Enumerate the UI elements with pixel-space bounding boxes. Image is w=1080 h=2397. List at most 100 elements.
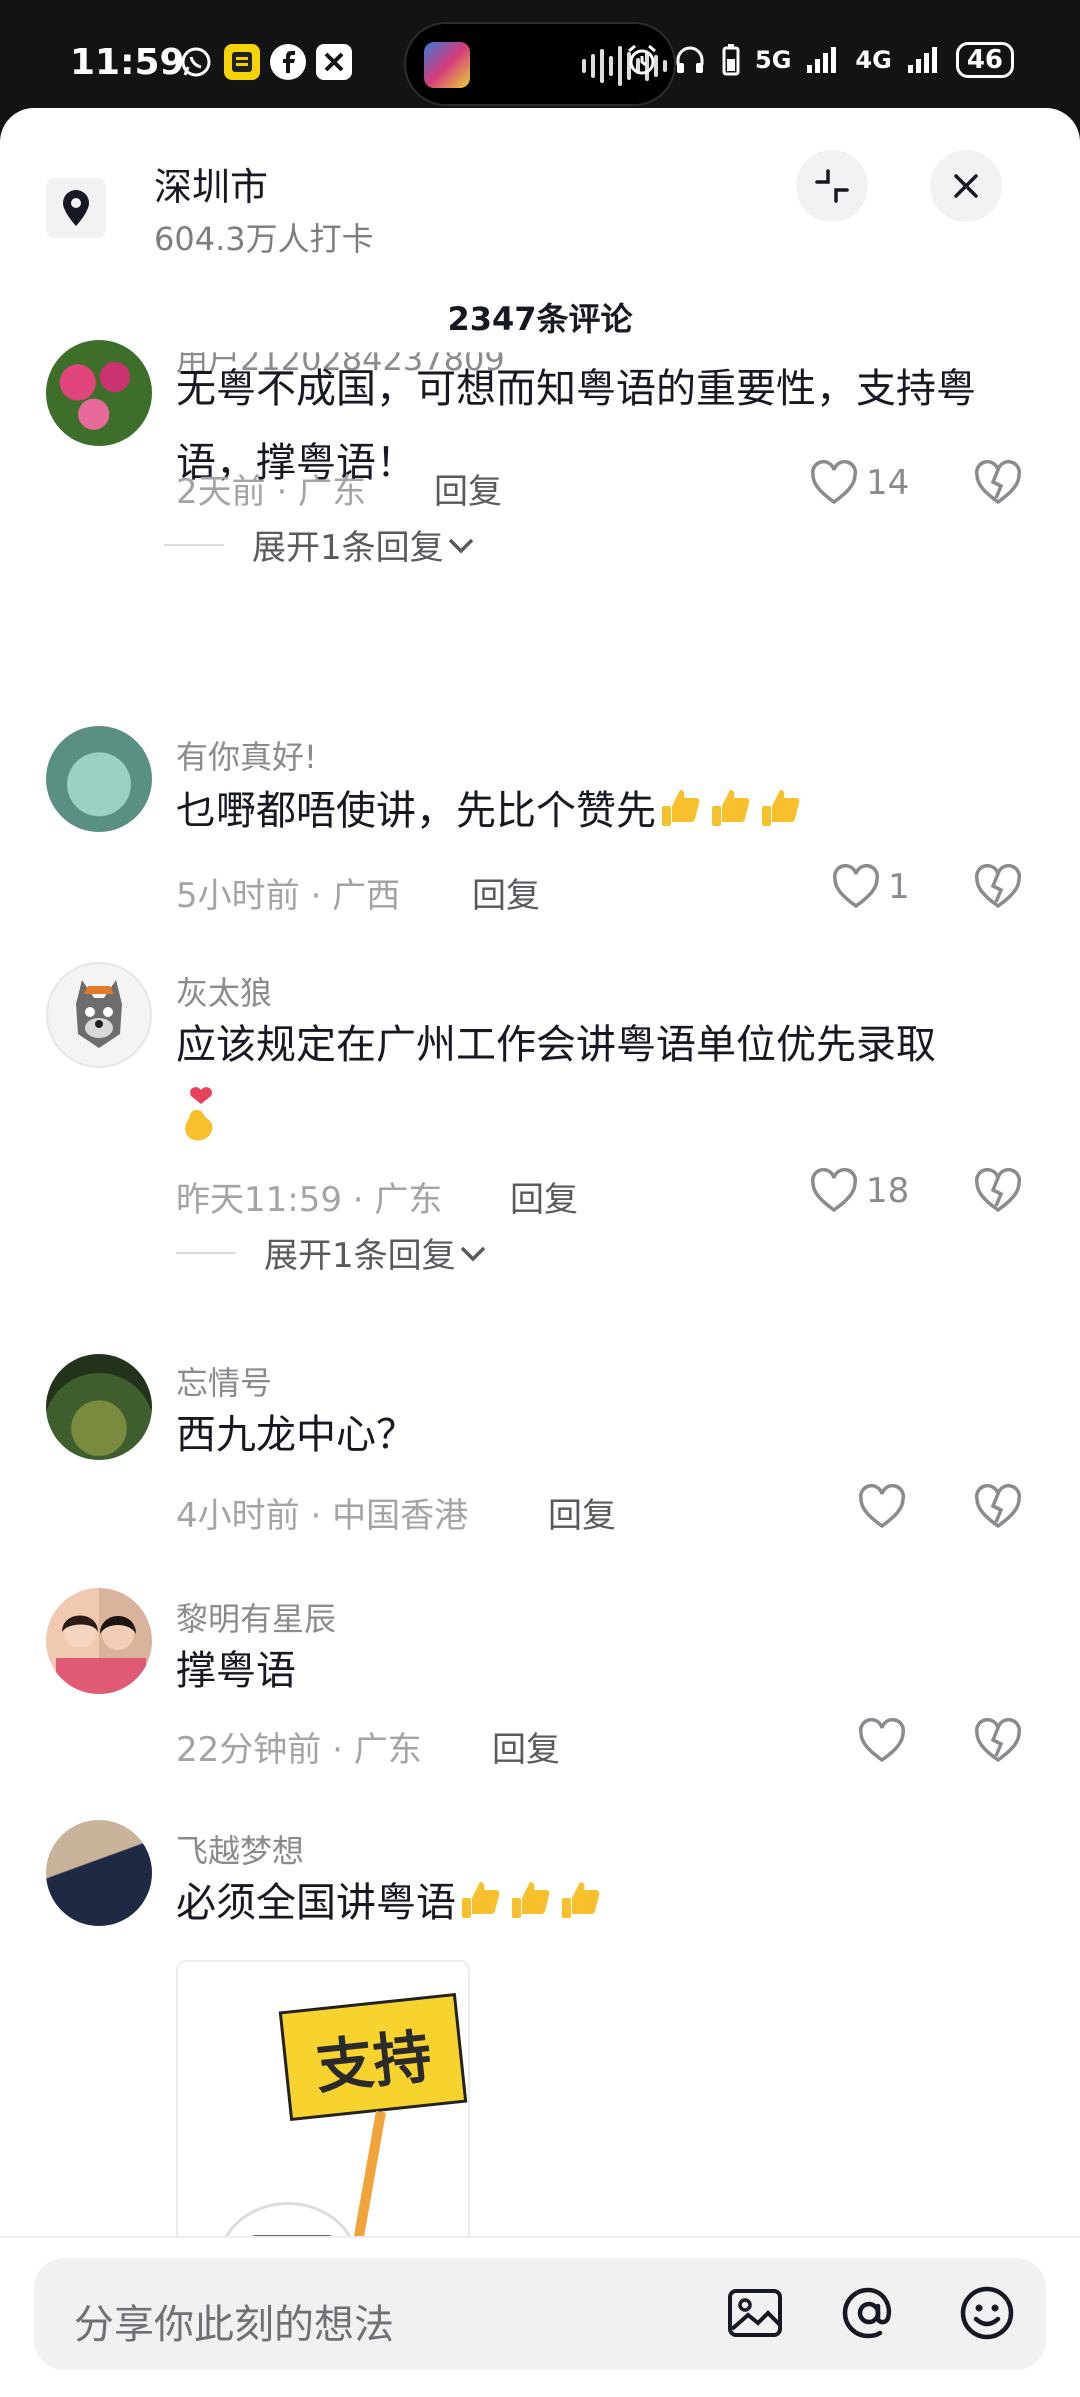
like-button[interactable]: 18 xyxy=(810,1168,909,1214)
network-5g-label: 5G xyxy=(755,46,792,74)
dislike-heart-icon xyxy=(974,1718,1022,1763)
collapse-button[interactable] xyxy=(796,150,868,222)
image-icon xyxy=(728,2289,782,2337)
comment-time: 22分钟前 xyxy=(176,1730,322,1770)
emoji-icon xyxy=(960,2286,1014,2340)
reply-button[interactable]: 回复 xyxy=(434,464,502,513)
signal-icon-2 xyxy=(907,47,937,73)
comment-text[interactable]: 必须全国讲粤语 xyxy=(176,1866,1036,1940)
close-button[interactable] xyxy=(930,150,1002,222)
heart-icon xyxy=(858,1718,906,1763)
dislike-heart-icon xyxy=(974,1484,1022,1529)
expand-replies[interactable]: 展开1条回复 xyxy=(176,1228,490,1277)
thumbs-up-emoji xyxy=(562,1882,600,1918)
thumbs-up-emoji xyxy=(512,1882,550,1918)
avatar[interactable] xyxy=(46,1588,152,1694)
chevron-down-icon xyxy=(448,538,473,553)
dislike-button[interactable] xyxy=(974,1168,1022,1218)
avatar[interactable] xyxy=(46,340,152,446)
expand-replies[interactable]: 展开1条回复 xyxy=(164,520,478,569)
comments-count-title: 2347条评论 xyxy=(447,300,633,338)
dislike-heart-icon xyxy=(974,1168,1022,1213)
avatar[interactable] xyxy=(46,1354,152,1460)
close-icon xyxy=(954,174,978,198)
news-app-icon xyxy=(224,44,260,80)
comment-text[interactable]: 撑粤语 xyxy=(176,1634,1036,1708)
divider-line xyxy=(164,543,224,546)
like-button[interactable]: 14 xyxy=(810,460,909,506)
battery-indicator: 46 xyxy=(955,42,1014,78)
comment-meta: 昨天11:59 · 广东 xyxy=(176,1180,443,1220)
whatsapp-icon xyxy=(178,44,214,80)
facebook-icon xyxy=(270,44,306,80)
like-button[interactable]: 1 xyxy=(832,864,910,910)
heart-icon xyxy=(810,1168,858,1213)
input-placeholder: 分享你此刻的想法 xyxy=(74,2302,394,2348)
x-app-icon xyxy=(316,44,352,80)
avatar[interactable] xyxy=(46,962,152,1068)
thumbs-up-emoji xyxy=(462,1882,500,1918)
comment-meta: 2天前 · 广东 xyxy=(176,472,367,512)
comment-meta: 5小时前 · 广西 xyxy=(176,876,401,916)
status-time: 11:59 xyxy=(70,42,185,83)
like-count: 18 xyxy=(866,1171,910,1211)
avatar[interactable] xyxy=(46,1820,152,1926)
system-status: 5G 4G 46 xyxy=(625,42,1014,78)
like-count: 14 xyxy=(866,463,910,503)
comment-text[interactable]: 乜嘢都唔使讲，先比个赞先 xyxy=(176,774,1036,848)
dislike-button[interactable] xyxy=(974,1484,1022,1534)
avatar[interactable] xyxy=(46,726,152,832)
dislike-button[interactable] xyxy=(974,1718,1022,1768)
comment-region: 广西 xyxy=(332,876,401,916)
comment-username[interactable]: 有你真好! xyxy=(176,732,317,778)
comment-input[interactable]: 分享你此刻的想法 xyxy=(34,2258,1046,2370)
signal-icon-1 xyxy=(807,47,837,73)
thumbs-up-emoji xyxy=(712,790,750,826)
location-name: 深圳市 xyxy=(154,165,269,209)
reply-button[interactable]: 回复 xyxy=(472,868,540,917)
reply-button[interactable]: 回复 xyxy=(548,1488,616,1537)
location-header[interactable]: 深圳市 604.3万人打卡 xyxy=(46,152,1036,258)
heart-icon xyxy=(832,864,880,909)
headphones-icon xyxy=(676,46,704,73)
comment-time: 昨天11:59 xyxy=(176,1180,342,1220)
expand-label: 展开1条回复 xyxy=(252,528,444,568)
comment-region: 中国香港 xyxy=(332,1496,469,1536)
comment-text[interactable]: 应该规定在广州工作会讲粤语单位优先录取 xyxy=(176,1008,1036,1156)
status-bar: 11:59 5G 4G 46 xyxy=(0,0,1080,110)
comment-region: 广东 xyxy=(374,1180,443,1220)
heart-icon xyxy=(858,1484,906,1529)
comment-input-bar: 分享你此刻的想法 xyxy=(0,2236,1080,2397)
reply-button[interactable]: 回复 xyxy=(510,1172,578,1221)
heart-icon xyxy=(810,460,858,505)
comment-sheet: 深圳市 604.3万人打卡 2347条评论 用户2120284237809 无粤… xyxy=(0,108,1080,2397)
chevron-down-icon xyxy=(460,1246,485,1261)
sticker-sign: 支持 xyxy=(278,1992,468,2122)
comment-text-content: 应该规定在广州工作会讲粤语单位优先录取 xyxy=(176,1022,936,1068)
collapse-icon xyxy=(815,169,849,203)
comment-meta: 4小时前 · 中国香港 xyxy=(176,1496,469,1536)
image-picker-button[interactable] xyxy=(720,2278,790,2348)
comment-time: 5小时前 xyxy=(176,876,300,916)
divider-line xyxy=(176,1251,236,1254)
reply-button[interactable]: 回复 xyxy=(492,1722,560,1771)
thumbs-up-emoji xyxy=(762,790,800,826)
location-pin-icon xyxy=(46,178,106,238)
battery-level: 46 xyxy=(966,45,1003,75)
dislike-button[interactable] xyxy=(974,460,1022,510)
emoji-button[interactable] xyxy=(952,2278,1022,2348)
comment-text[interactable]: 西九龙中心？ xyxy=(176,1398,1036,1472)
comment-meta: 22分钟前 · 广东 xyxy=(176,1730,422,1770)
mention-button[interactable] xyxy=(834,2278,904,2348)
alarm-icon xyxy=(628,44,656,75)
like-button[interactable] xyxy=(858,1718,906,1764)
comment-text-content: 乜嘢都唔使讲，先比个赞先 xyxy=(176,788,656,834)
dislike-button[interactable] xyxy=(974,864,1022,914)
like-button[interactable] xyxy=(858,1484,906,1530)
network-4g-label: 4G xyxy=(855,46,892,74)
dislike-heart-icon xyxy=(974,460,1022,505)
comment-region: 广东 xyxy=(298,472,367,512)
expand-label: 展开1条回复 xyxy=(264,1236,456,1276)
wolf-avatar-icon xyxy=(76,980,122,1048)
like-count: 1 xyxy=(888,867,910,907)
